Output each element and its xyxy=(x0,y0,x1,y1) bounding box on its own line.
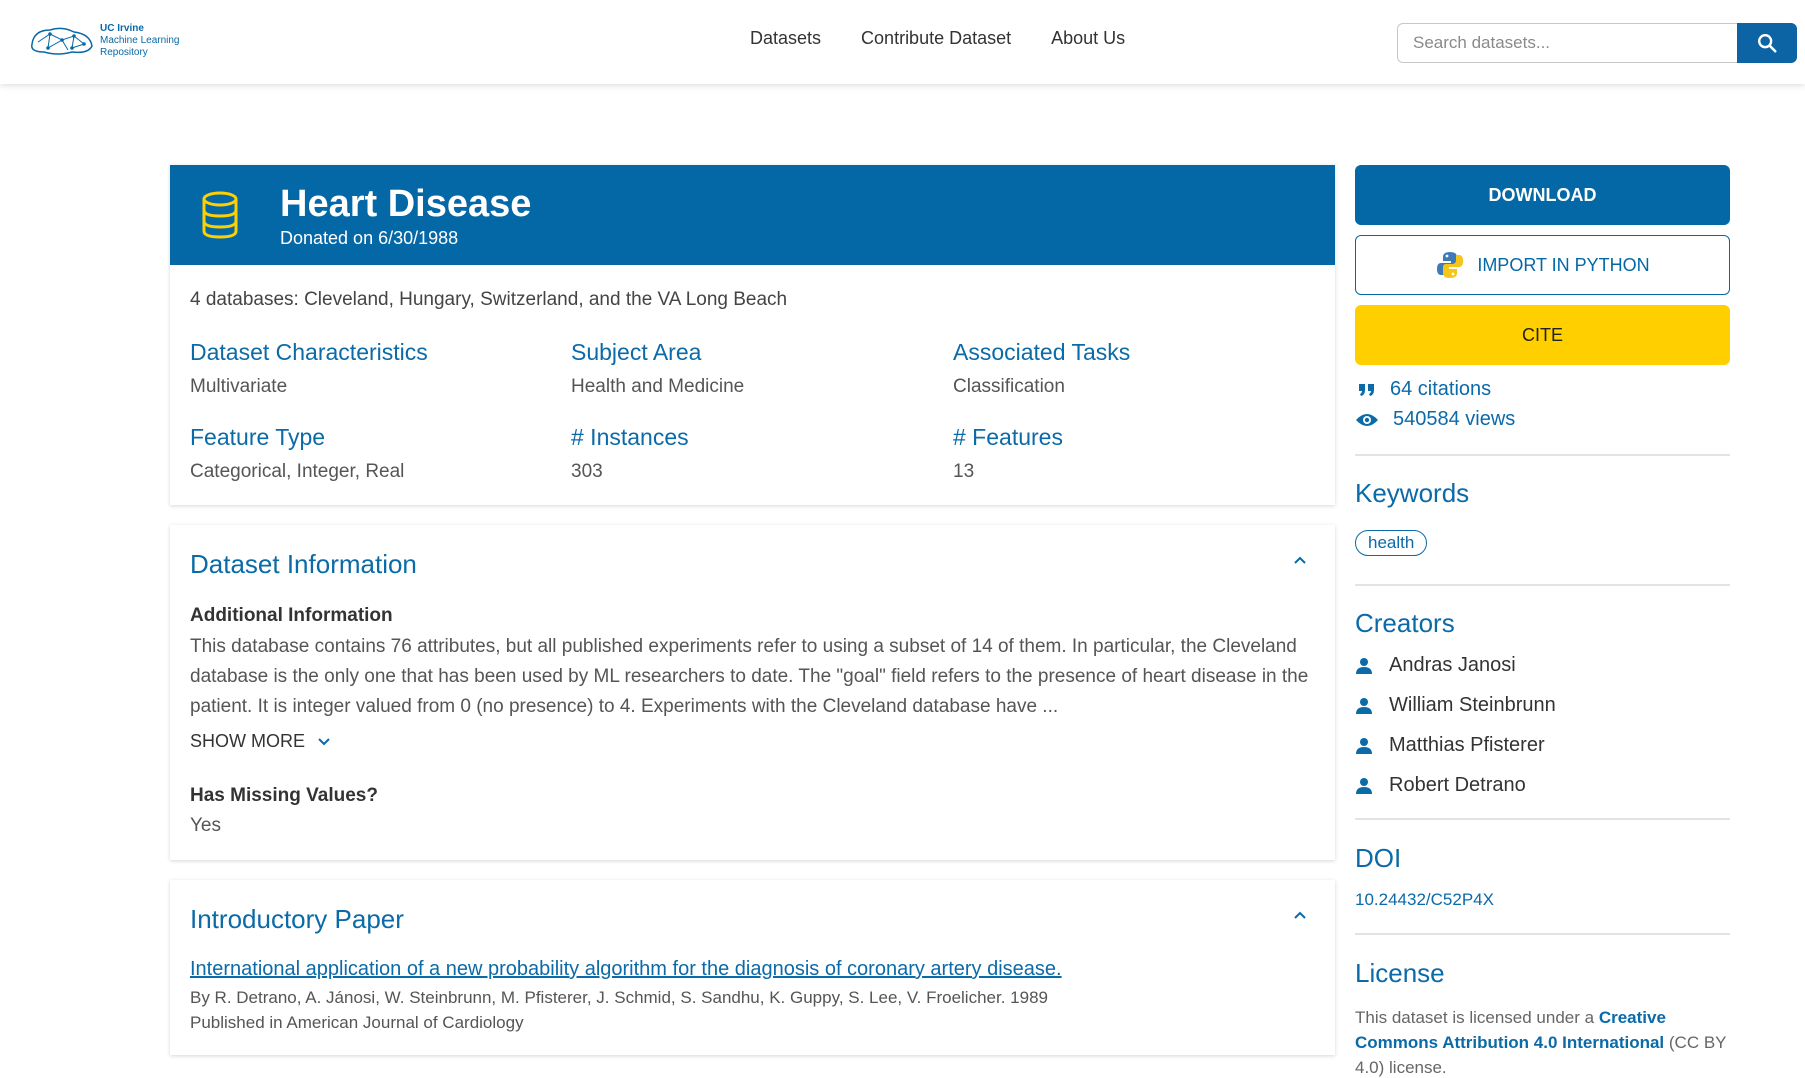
doi-heading: DOI xyxy=(1355,843,1402,873)
char-label: Feature Type xyxy=(190,424,326,450)
cite-label: CITE xyxy=(1521,324,1563,345)
num-features: # Features 13 xyxy=(953,424,1313,483)
eye-icon xyxy=(1356,413,1378,426)
subject-area: Subject Area Health and Medicine xyxy=(571,339,931,398)
person-icon xyxy=(1356,657,1372,674)
creator-name: Matthias Pfisterer xyxy=(1389,734,1545,756)
license-heading: License xyxy=(1355,958,1445,988)
dataset-subtitle: 4 databases: Cleveland, Hungary, Switzer… xyxy=(190,289,788,310)
search-button[interactable] xyxy=(1737,23,1797,63)
creator-name: Andras Janosi xyxy=(1389,654,1516,676)
creator-name: Robert Detrano xyxy=(1389,774,1526,796)
search-input[interactable] xyxy=(1397,23,1737,63)
search-icon xyxy=(1758,34,1777,53)
paper-published: Published in American Journal of Cardiol… xyxy=(190,1013,524,1032)
doi-link[interactable]: 10.24432/C52P4X xyxy=(1355,890,1494,910)
missing-values-value: Yes xyxy=(190,815,221,836)
divider xyxy=(1355,818,1730,820)
person-icon xyxy=(1356,777,1372,794)
chevron-up-icon[interactable] xyxy=(1293,555,1307,565)
char-value: Health and Medicine xyxy=(571,376,745,397)
python-icon xyxy=(1437,252,1464,278)
main-nav: Datasets Contribute Dataset About Us xyxy=(750,28,1125,49)
creator-item: Andras Janosi xyxy=(1355,654,1516,677)
cite-button[interactable]: CITE xyxy=(1355,305,1730,365)
views-link[interactable]: 540584 views xyxy=(1355,408,1515,431)
keywords-heading: Keywords xyxy=(1355,478,1470,508)
download-button[interactable]: DOWNLOAD xyxy=(1355,165,1730,225)
chevron-up-icon[interactable] xyxy=(1293,910,1307,920)
associated-tasks: Associated Tasks Classification xyxy=(953,339,1313,398)
dataset-header-card: Heart Disease Donated on 6/30/1988 4 dat… xyxy=(170,165,1335,505)
logo-line-3: Repository xyxy=(100,47,148,58)
top-navbar: UC Irvine Machine Learning Repository Da… xyxy=(0,0,1805,84)
views-count: 540584 views xyxy=(1393,408,1516,430)
creator-item: Matthias Pfisterer xyxy=(1355,734,1545,757)
person-icon xyxy=(1356,737,1372,754)
creator-item: William Steinbrunn xyxy=(1355,694,1556,717)
creators-heading: Creators xyxy=(1355,608,1455,638)
char-label: Subject Area xyxy=(571,339,702,365)
char-label: Dataset Characteristics xyxy=(190,339,428,365)
citations-count: 64 citations xyxy=(1390,378,1492,400)
num-instances: # Instances 303 xyxy=(571,424,931,483)
divider xyxy=(1355,933,1730,935)
quote-icon xyxy=(1359,383,1374,396)
nav-datasets[interactable]: Datasets xyxy=(750,28,821,49)
char-label: Associated Tasks xyxy=(953,339,1131,365)
additional-information-heading: Additional Information xyxy=(190,605,393,626)
logo-text: UC Irvine Machine Learning Repository xyxy=(100,23,180,59)
additional-information-text: This database contains 76 attributes, bu… xyxy=(190,636,1309,717)
license-text: This dataset is licensed under a Creativ… xyxy=(1355,1005,1730,1078)
dataset-information-card: Dataset Information Additional Informati… xyxy=(170,525,1335,860)
char-value: 13 xyxy=(953,461,975,482)
license-prefix: This dataset is licensed under a xyxy=(1355,1008,1599,1027)
creator-item: Robert Detrano xyxy=(1355,774,1526,797)
donated-date: Donated on 6/30/1988 xyxy=(280,228,459,248)
char-value: Categorical, Integer, Real xyxy=(190,461,405,482)
dataset-banner: Heart Disease Donated on 6/30/1988 xyxy=(170,165,1335,265)
brain-network-icon xyxy=(31,27,93,55)
divider xyxy=(1355,454,1730,456)
show-more-button[interactable]: SHOW MORE xyxy=(190,731,331,752)
import-in-python-label: IMPORT IN PYTHON xyxy=(1477,254,1650,275)
introductory-paper-title: Introductory Paper xyxy=(190,904,404,934)
keyword-tag-health[interactable]: health xyxy=(1355,530,1428,556)
uci-logo[interactable]: UC Irvine Machine Learning Repository xyxy=(28,20,193,62)
dataset-title: Heart Disease xyxy=(280,183,532,225)
logo-line-2: Machine Learning xyxy=(100,35,180,46)
show-more-label: SHOW MORE xyxy=(190,731,305,751)
char-value: Multivariate xyxy=(190,376,288,397)
search-bar xyxy=(1397,23,1797,63)
nav-contribute-dataset[interactable]: Contribute Dataset xyxy=(861,28,1011,49)
person-icon xyxy=(1356,697,1372,714)
feature-type: Feature Type Categorical, Integer, Real xyxy=(190,424,550,483)
dataset-information-title: Dataset Information xyxy=(190,549,417,579)
citations-link[interactable]: 64 citations xyxy=(1358,378,1491,401)
import-in-python-button[interactable]: IMPORT IN PYTHON xyxy=(1355,235,1730,295)
introductory-paper-card: Introductory Paper International applica… xyxy=(170,880,1335,1055)
logo-line-1: UC Irvine xyxy=(100,23,144,34)
paper-authors: By R. Detrano, A. Jánosi, W. Steinbrunn,… xyxy=(190,988,1048,1007)
missing-values-heading: Has Missing Values? xyxy=(190,785,378,806)
database-icon xyxy=(202,191,238,239)
divider xyxy=(1355,584,1730,586)
char-label: # Features xyxy=(953,424,1063,450)
creator-name: William Steinbrunn xyxy=(1389,694,1556,716)
chevron-down-icon xyxy=(318,737,330,745)
char-label: # Instances xyxy=(571,424,689,450)
nav-about-us[interactable]: About Us xyxy=(1051,28,1125,49)
paper-link[interactable]: International application of a new proba… xyxy=(190,958,1062,981)
download-label: DOWNLOAD xyxy=(1488,184,1597,205)
dataset-characteristics: Dataset Characteristics Multivariate xyxy=(190,339,550,398)
char-value: Classification xyxy=(953,376,1065,397)
char-value: 303 xyxy=(571,461,603,482)
